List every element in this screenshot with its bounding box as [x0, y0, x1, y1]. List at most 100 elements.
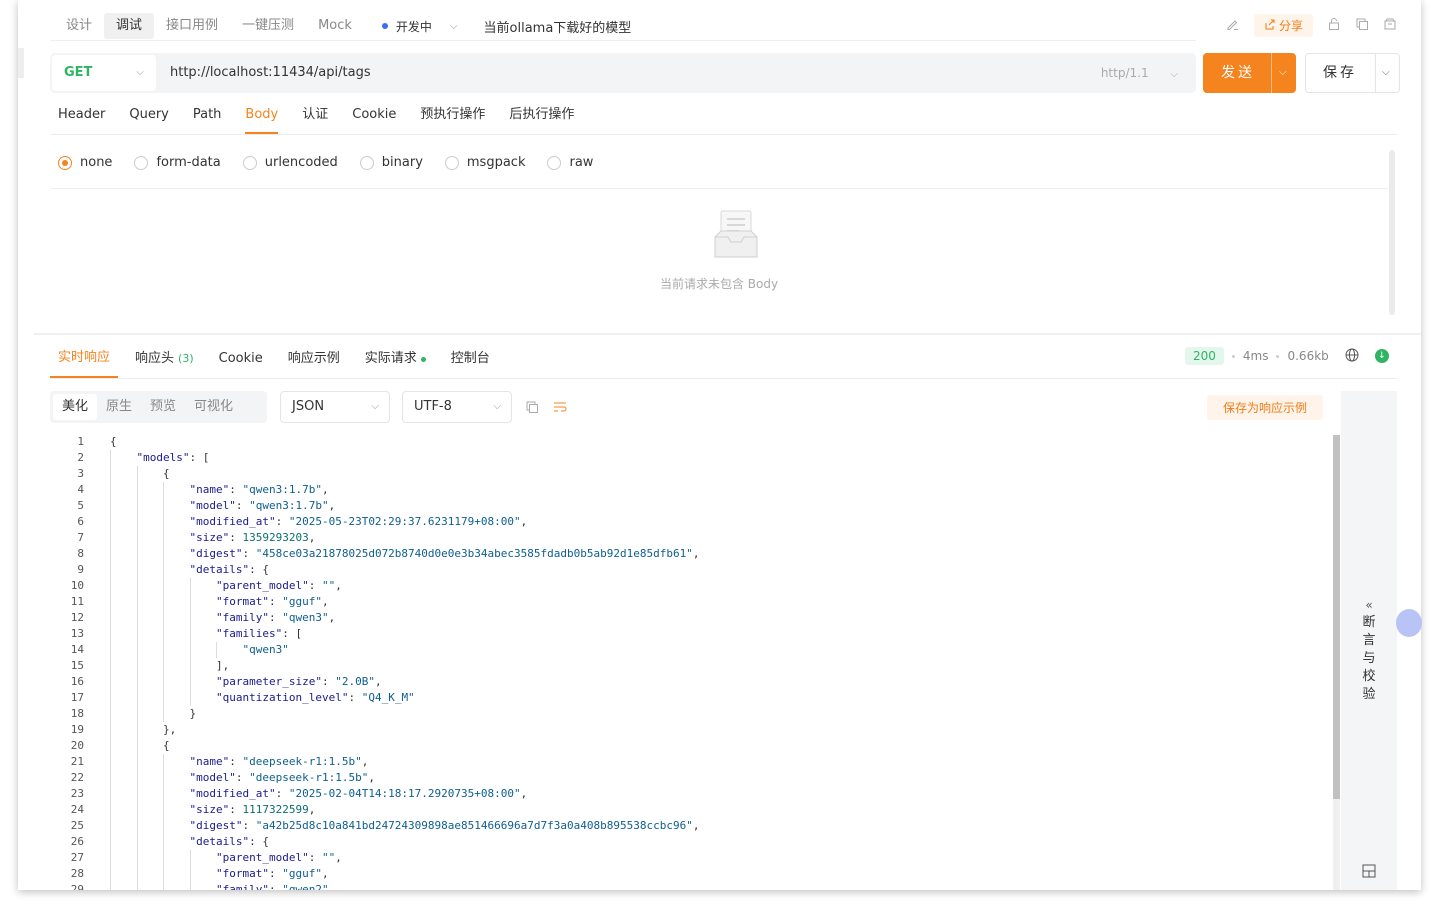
- indent-guide: [110, 738, 111, 754]
- save-as-example-button[interactable]: 保存为响应示例: [1207, 395, 1324, 420]
- globe-icon[interactable]: [1345, 348, 1359, 365]
- tab-path[interactable]: Path: [193, 100, 222, 134]
- tab-response-cookie[interactable]: Cookie: [211, 340, 271, 378]
- mode-tabs: 设计 调试 接口用例 一键压测 Mock 开发中 ⌵ 当前ollama下载好的模…: [54, 12, 631, 40]
- radio-raw[interactable]: raw: [547, 155, 593, 170]
- layout-icon[interactable]: [1362, 863, 1376, 882]
- indent-guide: [136, 642, 138, 658]
- indent-guide: [163, 754, 164, 770]
- json-punct: :: [229, 531, 243, 544]
- json-string: "gguf": [282, 595, 322, 608]
- json-string: "qwen2": [282, 883, 329, 890]
- indent-guide: [110, 802, 111, 818]
- save-button[interactable]: 保存 ⌵: [1305, 53, 1400, 93]
- view-preview[interactable]: 预览: [141, 394, 185, 420]
- json-punct: :: [235, 499, 250, 512]
- tab-design[interactable]: 设计: [54, 13, 104, 39]
- edit-icon[interactable]: [1226, 17, 1240, 34]
- chevron-down-icon: ⌵: [371, 401, 379, 412]
- tab-mock[interactable]: Mock: [306, 13, 364, 39]
- tab-body[interactable]: Body: [245, 100, 279, 134]
- radio-form-data[interactable]: form-data: [134, 155, 221, 170]
- tab-live-response[interactable]: 实时响应: [50, 340, 119, 378]
- indent-guide: [110, 530, 111, 546]
- view-raw[interactable]: 原生: [97, 394, 141, 420]
- json-punct: :: [308, 579, 322, 592]
- radio-msgpack[interactable]: msgpack: [444, 155, 525, 170]
- share-button[interactable]: 分享: [1254, 14, 1313, 37]
- method-select[interactable]: GET ⌵: [52, 55, 156, 91]
- view-visualize[interactable]: 可视化: [185, 394, 242, 420]
- tab-load-test[interactable]: 一键压测: [230, 13, 306, 39]
- line-number: 29: [70, 883, 84, 890]
- encoding-select[interactable]: UTF-8 ⌵: [402, 391, 512, 423]
- download-icon[interactable]: ↓: [1374, 349, 1389, 363]
- tab-actual-request[interactable]: 实际请求: [357, 340, 434, 378]
- view-pretty[interactable]: 美化: [53, 394, 98, 420]
- side-panel-toggle[interactable]: « 断言与校验: [1341, 596, 1397, 704]
- code-scrollbar[interactable]: [1333, 435, 1340, 890]
- chevron-down-icon[interactable]: ⌵: [1279, 53, 1287, 93]
- json-key: "family": [216, 883, 269, 890]
- radio-binary[interactable]: binary: [359, 155, 423, 170]
- json-punct: :: [268, 595, 283, 608]
- json-punct: ,: [368, 771, 375, 784]
- code-line: 21 "name": "deepseek-r1:1.5b",: [50, 754, 1333, 770]
- radio-label: form-data: [156, 155, 221, 170]
- json-key: "modified_at": [189, 515, 276, 528]
- format-select[interactable]: JSON ⌵: [280, 391, 390, 423]
- json-punct: ],: [216, 659, 230, 672]
- unlock-icon[interactable]: [1327, 17, 1341, 34]
- chevron-down-icon[interactable]: ⌵: [1382, 54, 1390, 92]
- tab-cases[interactable]: 接口用例: [154, 13, 230, 39]
- json-punct: :: [268, 883, 283, 890]
- tab-debug[interactable]: 调试: [104, 13, 155, 39]
- request-name[interactable]: 当前ollama下载好的模型: [484, 17, 632, 36]
- code-line: 18}: [50, 706, 1333, 722]
- json-punct: : {: [249, 563, 269, 576]
- tab-post-script[interactable]: 后执行操作: [509, 100, 574, 134]
- tab-console[interactable]: 控制台: [443, 340, 498, 378]
- json-string: "2.0B": [335, 675, 375, 688]
- code-text: },: [163, 722, 176, 738]
- share-label: 分享: [1278, 19, 1303, 33]
- copy-icon[interactable]: [525, 399, 539, 418]
- indent-guide: [110, 882, 111, 890]
- archive-icon[interactable]: [1383, 17, 1397, 34]
- radio-circle: [359, 155, 374, 170]
- scrollbar-thumb[interactable]: [1333, 435, 1340, 799]
- indent-guide: [163, 514, 164, 530]
- url-input[interactable]: http://localhost:11434/api/tags: [170, 53, 371, 93]
- line-number: 8: [77, 547, 84, 560]
- indent-guide: [136, 834, 138, 850]
- side-panel-char: 校: [1362, 669, 1376, 684]
- tab-cookie[interactable]: Cookie: [352, 100, 396, 134]
- floating-assistant-button[interactable]: [1396, 609, 1422, 637]
- assertion-side-panel[interactable]: « 断言与校验: [1341, 391, 1397, 890]
- indent-guide: [163, 770, 164, 786]
- tab-response-examples[interactable]: 响应示例: [280, 340, 348, 378]
- tab-pre-script[interactable]: 预执行操作: [420, 100, 485, 134]
- wrap-lines-icon[interactable]: [553, 399, 567, 418]
- json-punct: ,: [520, 515, 528, 528]
- response-code-viewer[interactable]: 1{2 "models": [3{4 "name": "qwen3:1.7b", 5 "…: [50, 434, 1333, 890]
- body-type-radios: none form-data urlencoded binary msgpack…: [58, 155, 615, 170]
- tab-query[interactable]: Query: [129, 100, 169, 134]
- radio-urlencoded[interactable]: urlencoded: [242, 155, 338, 170]
- panel-resize-divider[interactable]: [34, 333, 1421, 335]
- tab-auth[interactable]: 认证: [302, 100, 328, 134]
- left-edge-handle[interactable]: [18, 48, 24, 78]
- protocol-select[interactable]: http/1.1 ⌵: [1101, 53, 1178, 95]
- radio-none[interactable]: none: [58, 155, 112, 170]
- copy-icon[interactable]: [1355, 17, 1369, 34]
- body-scrollbar[interactable]: [1389, 150, 1395, 315]
- tab-header[interactable]: Header: [58, 100, 105, 134]
- tab-response-headers[interactable]: 响应头 (3): [127, 340, 202, 378]
- line-number: 27: [70, 851, 84, 864]
- json-number: 1359293203: [242, 531, 309, 544]
- status-select[interactable]: 开发中 ⌵: [381, 18, 458, 35]
- json-punct: ,: [374, 675, 382, 688]
- response-time: 4ms: [1242, 349, 1269, 363]
- send-button[interactable]: 发送 ⌵: [1203, 53, 1296, 93]
- json-punct: ,: [361, 755, 369, 768]
